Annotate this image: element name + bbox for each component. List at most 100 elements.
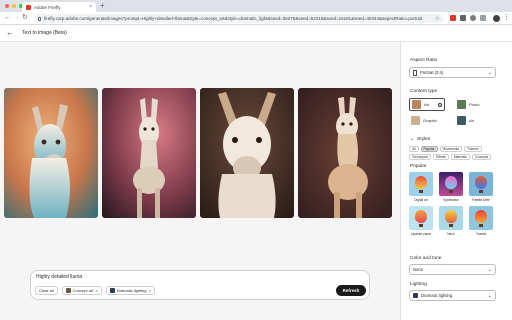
style-tab-effects[interactable]: Effects (433, 154, 449, 160)
generated-image-4[interactable] (298, 88, 392, 218)
style-chips: Clear all Concept art × Dramatic lightin… (35, 286, 155, 295)
llama-image-4 (298, 88, 392, 218)
lighting-dropdown[interactable]: Dramatic lighting ⌄ (409, 290, 496, 301)
basket-icon (449, 224, 453, 227)
reload-button[interactable]: ↻ (22, 14, 28, 22)
llama-image-1 (4, 88, 98, 218)
portrait-icon (413, 69, 417, 76)
chip-concept-art[interactable]: Concept art × (61, 286, 102, 295)
extension-red-icon[interactable] (450, 15, 456, 21)
basket-icon (419, 190, 423, 193)
content-type-label-text: Graphic (423, 118, 438, 123)
window-controls (5, 4, 23, 8)
style-tabs-row-1: All Popular Movements Themes (409, 146, 482, 152)
clear-all-button[interactable]: Clear all (35, 286, 58, 295)
style-tab-popular[interactable]: Popular (420, 146, 438, 152)
style-tab-techniques[interactable]: Techniques (409, 154, 432, 160)
style-thumb-layered-paper[interactable]: Layered paper (409, 206, 433, 236)
style-thumb-synthwave[interactable]: Synthwave (439, 172, 463, 202)
content-type-graphic[interactable]: Graphic (411, 116, 437, 125)
clear-all-label: Clear all (39, 288, 54, 293)
omnibox[interactable]: firefly.corp.adobe.com/generate/images?p… (34, 14, 444, 23)
extension-circle-icon[interactable] (470, 15, 476, 21)
adobe-favicon-icon (26, 4, 31, 10)
color-tone-value: None (413, 267, 424, 272)
content-type-label: Content type (410, 89, 438, 94)
basket-icon (479, 224, 483, 227)
prompt-bar[interactable]: Highly detailed llama Clear all Concept … (30, 270, 370, 300)
close-window-button[interactable] (5, 4, 9, 8)
color-tone-dropdown[interactable]: None ⌄ (409, 264, 496, 275)
styles-header[interactable]: ⌄ Styles (410, 137, 430, 142)
lock-icon (38, 16, 41, 21)
style-thumb-chaotic[interactable]: Chaotic (469, 206, 493, 236)
back-arrow-icon[interactable]: ← (6, 28, 14, 38)
page-title: Text to image (Beta) (22, 30, 67, 36)
extensions-puzzle-icon[interactable] (480, 15, 486, 21)
style-tab-materials[interactable]: Materials (450, 154, 470, 160)
generated-image-3[interactable] (200, 88, 294, 218)
new-tab-button[interactable]: + (100, 2, 105, 10)
style-thumb-image (439, 172, 463, 196)
photo-thumb-icon (457, 100, 466, 109)
style-tab-all[interactable]: All (409, 146, 419, 152)
chevron-down-icon: ⌄ (487, 69, 492, 76)
popular-label: Popular (410, 164, 427, 169)
style-thumb-neon[interactable]: Neon (439, 206, 463, 236)
generated-image-1[interactable] (4, 88, 98, 218)
address-bar-row: ← → ↻ firefly.corp.adobe.com/generate/im… (0, 12, 512, 25)
art-thumb-icon (412, 100, 421, 109)
app-header: ← Text to image (Beta) (0, 25, 512, 42)
chip-remove-icon[interactable]: × (149, 288, 151, 293)
minimize-window-button[interactable] (12, 4, 16, 8)
concept-art-thumb-icon (65, 288, 71, 293)
tab-close-icon[interactable]: × (89, 4, 92, 10)
style-thumb-palette-knife[interactable]: Palette knife (469, 172, 493, 202)
selected-radio-icon (438, 102, 443, 107)
back-nav-button[interactable]: ← (4, 14, 11, 22)
extension-gray-icon[interactable] (460, 15, 466, 21)
styles-label: Styles (417, 137, 431, 142)
style-thumb-image (469, 206, 493, 230)
prompt-input[interactable]: Highly detailed llama (36, 274, 82, 280)
browser-tab[interactable]: Adobe Firefly × (22, 2, 96, 12)
refresh-button[interactable]: Refresh (336, 285, 366, 296)
balloon-icon (445, 210, 457, 223)
tab-strip: Adobe Firefly × + (0, 0, 512, 12)
aspect-ratio-label: Aspect Ratio (410, 58, 438, 63)
content-type-label-text: Art (424, 102, 430, 107)
style-thumbnails: Digital art Synthwave Palette knife Laye… (409, 172, 493, 236)
style-thumb-label: Palette knife (472, 198, 490, 202)
chip-dramatic-lighting[interactable]: Dramatic lighting × (105, 286, 155, 295)
settings-panel: Aspect Ratio Portrait (3:4) ⌄ Content ty… (400, 42, 512, 320)
lighting-value: Dramatic lighting (421, 293, 453, 298)
balloon-icon (475, 210, 487, 223)
balloon-icon (445, 176, 457, 189)
content-type-art-selected[interactable]: Art (409, 98, 446, 111)
profile-avatar[interactable] (493, 15, 500, 22)
bookmark-star-icon[interactable]: ☆ (435, 15, 440, 22)
basket-icon (419, 224, 423, 227)
balloon-icon (415, 210, 427, 223)
style-thumb-digital-art[interactable]: Digital art (409, 172, 433, 202)
content-type-art[interactable]: Art (457, 116, 474, 125)
forward-nav-button[interactable]: → (13, 14, 20, 22)
style-tab-themes[interactable]: Themes (464, 146, 482, 152)
style-thumb-image (409, 172, 433, 196)
aspect-ratio-value: Portrait (3:4) (420, 70, 444, 75)
chip-remove-icon[interactable]: × (95, 288, 97, 293)
style-thumb-image (469, 172, 493, 196)
generated-image-2[interactable] (102, 88, 196, 218)
style-tab-concepts[interactable]: Concepts (471, 154, 492, 160)
aspect-ratio-dropdown[interactable]: Portrait (3:4) ⌄ (409, 67, 496, 78)
balloon-icon (475, 176, 487, 189)
style-thumb-label: Neon (447, 232, 455, 236)
browser-menu-icon[interactable]: ⋮ (503, 14, 510, 22)
basket-icon (449, 190, 453, 193)
url-text[interactable]: firefly.corp.adobe.com/generate/images?p… (44, 16, 432, 21)
llama-image-3 (200, 88, 294, 218)
content-type-photo[interactable]: Photo (457, 100, 479, 109)
style-tab-movements[interactable]: Movements (439, 146, 463, 152)
chip-label: Concept art (72, 288, 94, 293)
lighting-thumb-icon (413, 293, 418, 298)
